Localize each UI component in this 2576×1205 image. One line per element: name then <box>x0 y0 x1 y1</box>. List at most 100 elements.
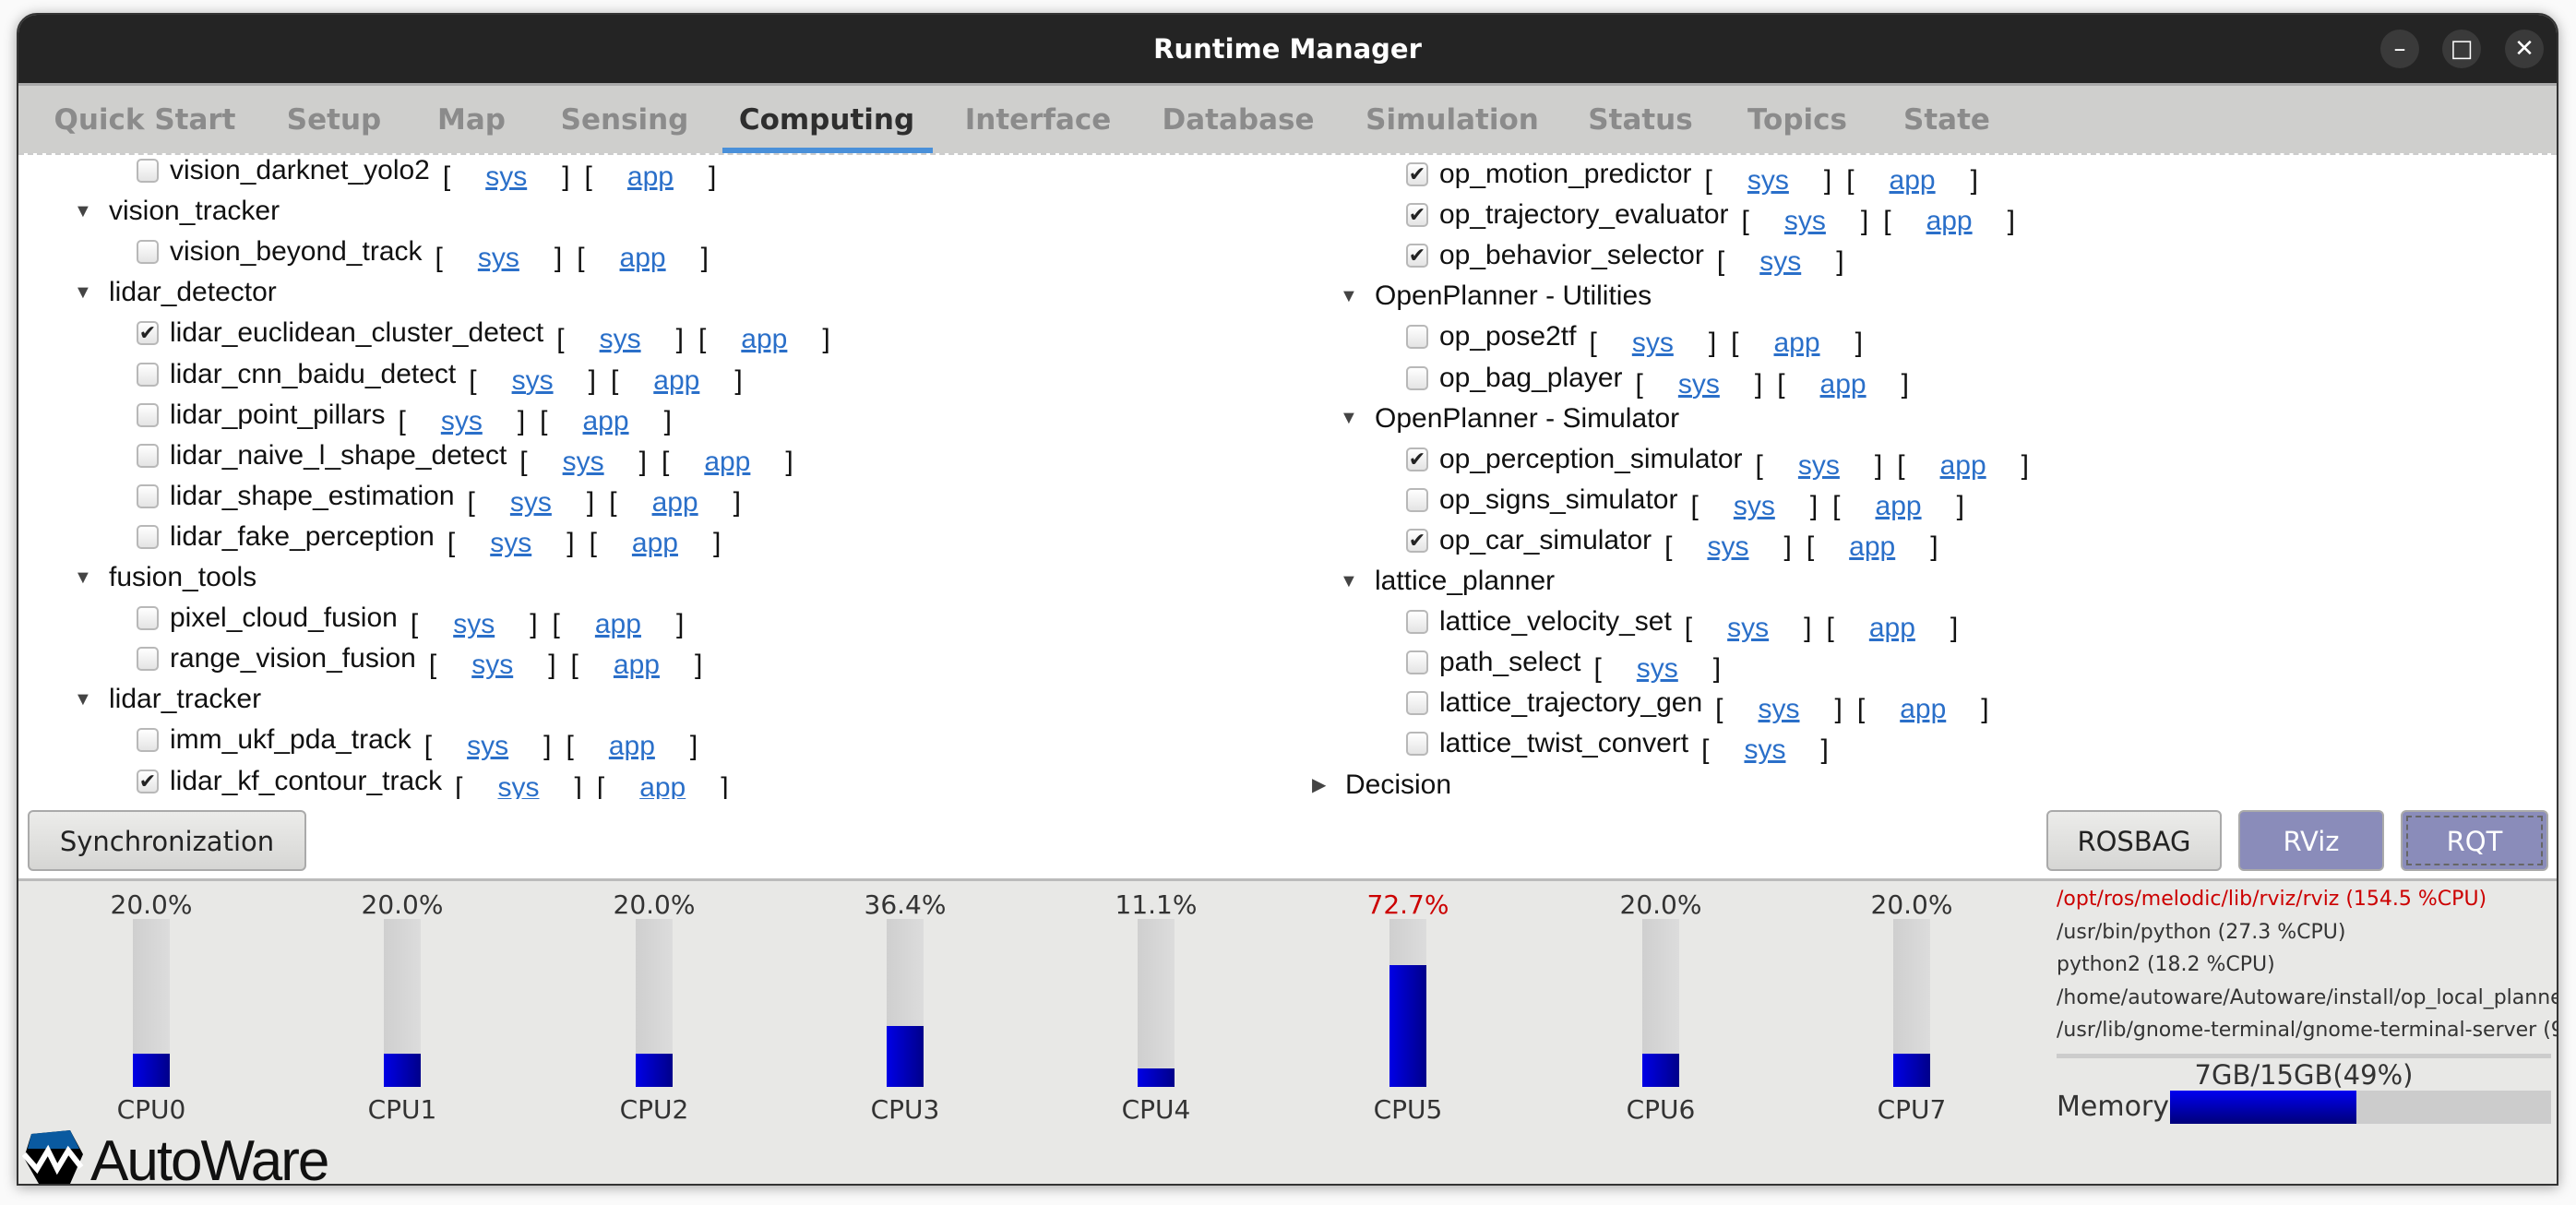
app-link[interactable]: app <box>704 447 750 478</box>
checkbox-unchecked[interactable] <box>137 524 159 549</box>
sys-link[interactable]: sys <box>1727 613 1769 644</box>
sys-link[interactable]: sys <box>1784 206 1826 237</box>
expanded-triangle-icon[interactable]: ▼ <box>1340 571 1360 592</box>
minimize-icon[interactable]: – <box>2380 30 2419 68</box>
sys-link[interactable]: sys <box>1632 328 1674 359</box>
checkbox-unchecked[interactable] <box>137 483 159 508</box>
sys-link[interactable]: sys <box>1637 653 1678 685</box>
sys-link[interactable]: sys <box>1734 491 1775 522</box>
sys-link[interactable]: sys <box>600 324 641 355</box>
checkbox-unchecked[interactable] <box>1406 610 1428 635</box>
tab-state[interactable]: State <box>1903 86 1990 158</box>
rviz-button[interactable]: RViz <box>2238 810 2384 871</box>
app-link[interactable]: app <box>620 243 666 274</box>
tab-interface[interactable]: Interface <box>965 86 1112 158</box>
sys-link[interactable]: sys <box>490 528 531 559</box>
tree-category[interactable]: ▼ lattice_planner <box>1340 561 1555 602</box>
app-link[interactable]: app <box>1876 491 1922 522</box>
checkbox-checked[interactable]: ✔ <box>1406 244 1428 268</box>
app-link[interactable]: app <box>652 487 698 519</box>
checkbox-unchecked[interactable] <box>137 362 159 387</box>
tree-category[interactable]: ▼ fusion_tools <box>74 557 256 598</box>
sys-link[interactable]: sys <box>563 447 604 478</box>
sys-link[interactable]: sys <box>1759 694 1800 725</box>
sys-link[interactable]: sys <box>1759 246 1801 278</box>
app-link[interactable]: app <box>595 609 641 640</box>
app-link[interactable]: app <box>1849 531 1895 563</box>
tab-simulation[interactable]: Simulation <box>1366 86 1539 158</box>
app-link[interactable]: app <box>1820 369 1866 400</box>
tree-category[interactable]: ▶ Decision <box>1312 765 1451 802</box>
sys-link[interactable]: sys <box>510 487 552 519</box>
app-link[interactable]: app <box>1900 694 1946 725</box>
checkbox-unchecked[interactable] <box>137 159 159 183</box>
checkbox-unchecked[interactable] <box>137 402 159 427</box>
app-link[interactable]: app <box>632 528 678 559</box>
app-link[interactable]: app <box>1774 328 1820 359</box>
checkbox-checked[interactable]: ✔ <box>1406 203 1428 228</box>
collapsed-triangle-icon[interactable]: ▶ <box>1312 773 1332 796</box>
expanded-triangle-icon[interactable]: ▼ <box>74 567 94 589</box>
sys-link[interactable]: sys <box>485 161 527 193</box>
tree-category[interactable]: ▼ vision_tracker <box>74 191 280 232</box>
tab-setup[interactable]: Setup <box>287 86 381 158</box>
sys-link[interactable]: sys <box>471 650 513 681</box>
checkbox-unchecked[interactable] <box>1406 365 1428 390</box>
app-link[interactable]: app <box>583 406 629 437</box>
tab-map[interactable]: Map <box>437 86 506 158</box>
tree-category[interactable]: ▼ lidar_tracker <box>74 679 261 720</box>
checkbox-checked[interactable]: ✔ <box>137 321 159 346</box>
checkbox-unchecked[interactable] <box>1406 487 1428 512</box>
expanded-triangle-icon[interactable]: ▼ <box>1340 286 1360 307</box>
expanded-triangle-icon[interactable]: ▼ <box>74 689 94 710</box>
expanded-triangle-icon[interactable]: ▼ <box>74 282 94 304</box>
sys-link[interactable]: sys <box>1678 369 1720 400</box>
sys-link[interactable]: sys <box>453 609 495 640</box>
app-link[interactable]: app <box>653 365 699 397</box>
checkbox-unchecked[interactable] <box>1406 650 1428 675</box>
checkbox-unchecked[interactable] <box>1406 325 1428 350</box>
expanded-triangle-icon[interactable]: ▼ <box>74 201 94 222</box>
app-link[interactable]: app <box>609 731 655 762</box>
app-link[interactable]: app <box>1890 165 1936 197</box>
tree-category[interactable]: ▼ OpenPlanner - Simulator <box>1340 399 1679 439</box>
checkbox-unchecked[interactable] <box>137 443 159 468</box>
rqt-button[interactable]: RQT <box>2401 810 2548 871</box>
app-link[interactable]: app <box>627 161 674 193</box>
app-link[interactable]: app <box>741 324 787 355</box>
synchronization-button[interactable]: Synchronization <box>28 810 306 871</box>
tab-status[interactable]: Status <box>1588 86 1692 158</box>
tab-topics[interactable]: Topics <box>1747 86 1847 158</box>
checkbox-checked[interactable]: ✔ <box>1406 162 1428 186</box>
expanded-triangle-icon[interactable]: ▼ <box>1340 408 1360 429</box>
checkbox-unchecked[interactable] <box>137 606 159 631</box>
checkbox-checked[interactable]: ✔ <box>1406 528 1428 553</box>
maximize-icon[interactable]: □ <box>2442 30 2481 68</box>
tab-sensing[interactable]: Sensing <box>561 86 689 158</box>
checkbox-checked[interactable]: ✔ <box>1406 447 1428 471</box>
sys-link[interactable]: sys <box>1707 531 1748 563</box>
sys-link[interactable]: sys <box>478 243 519 274</box>
app-link[interactable]: app <box>614 650 660 681</box>
checkbox-unchecked[interactable] <box>137 647 159 672</box>
checkbox-checked[interactable]: ✔ <box>137 769 159 793</box>
tree-category[interactable]: ▼ lidar_detector <box>74 272 277 313</box>
checkbox-unchecked[interactable] <box>137 240 159 265</box>
sys-link[interactable]: sys <box>441 406 483 437</box>
rosbag-button[interactable]: ROSBAG <box>2046 810 2222 871</box>
app-link[interactable]: app <box>1869 613 1915 644</box>
checkbox-unchecked[interactable] <box>1406 732 1428 757</box>
tab-database[interactable]: Database <box>1163 86 1315 158</box>
sys-link[interactable]: sys <box>1747 165 1789 197</box>
checkbox-unchecked[interactable] <box>1406 691 1428 716</box>
close-icon[interactable]: ✕ <box>2505 30 2544 68</box>
sys-link[interactable]: sys <box>512 365 554 397</box>
tree-category[interactable]: ▼ OpenPlanner - Utilities <box>1340 276 1652 316</box>
sys-link[interactable]: sys <box>1744 734 1785 766</box>
app-link[interactable]: app <box>1926 206 1973 237</box>
app-link[interactable]: app <box>1940 450 1986 482</box>
checkbox-unchecked[interactable] <box>137 728 159 753</box>
sys-link[interactable]: sys <box>1798 450 1840 482</box>
tab-quick-start[interactable]: Quick Start <box>54 86 235 158</box>
sys-link[interactable]: sys <box>467 731 508 762</box>
